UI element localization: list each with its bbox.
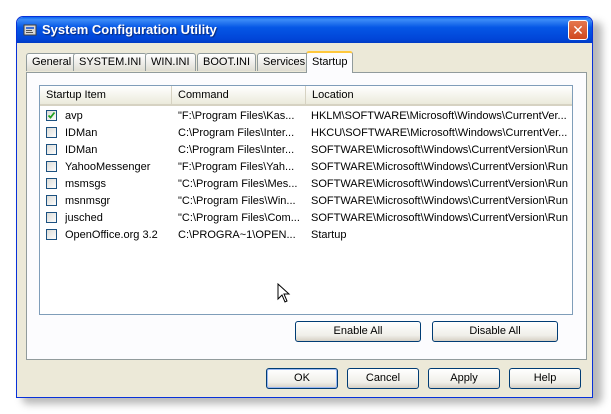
startup-item-checkbox[interactable] <box>46 178 57 189</box>
column-header-location[interactable]: Location <box>306 86 572 104</box>
startup-tab-panel: Startup Item Command Location avp "F:\Pro… <box>26 72 587 360</box>
startup-item-name: avp <box>65 110 83 122</box>
startup-item-location: HKLM\SOFTWARE\Microsoft\Windows\CurrentV… <box>311 110 567 122</box>
dialog-client-area: General SYSTEM.INI WIN.INI BOOT.INI Serv… <box>20 43 589 394</box>
startup-item-command: "C:\Program Files\Mes... <box>178 178 298 190</box>
enable-all-button[interactable]: Enable All <box>295 321 421 342</box>
tab-label: General <box>32 56 72 68</box>
column-header-command[interactable]: Command <box>172 86 306 104</box>
startup-item-location: SOFTWARE\Microsoft\Windows\CurrentVersio… <box>311 161 568 173</box>
startup-item-location: SOFTWARE\Microsoft\Windows\CurrentVersio… <box>311 144 568 156</box>
disable-all-button[interactable]: Disable All <box>432 321 558 342</box>
list-item[interactable]: msmsgs "C:\Program Files\Mes... SOFTWARE\M… <box>40 176 572 193</box>
startup-item-command: "C:\Program Files\Com... <box>178 212 300 224</box>
startup-item-name: OpenOffice.org 3.2 <box>65 229 158 241</box>
startup-item-name: IDMan <box>65 144 98 156</box>
startup-item-checkbox[interactable] <box>46 229 57 240</box>
startup-item-location: Startup <box>311 229 347 241</box>
tab-services[interactable]: Services <box>257 53 312 71</box>
list-item[interactable]: IDMan C:\Program Files\Inter... HKCU\SOFTW… <box>40 125 572 142</box>
tab-startup[interactable]: Startup <box>306 51 354 73</box>
help-button[interactable]: Help <box>509 368 581 389</box>
list-item[interactable]: avp "F:\Program Files\Kas... HKLM\SOFTWARE… <box>40 108 572 125</box>
startup-item-command: C:\PROGRA~1\OPEN... <box>178 229 296 241</box>
mouse-pointer-icon <box>277 283 291 303</box>
startup-item-command: "C:\Program Files\Win... <box>178 195 296 207</box>
list-item[interactable]: OpenOffice.org 3.2 C:\PROGRA~1\OPEN... Sta… <box>40 227 572 244</box>
window-title: System Configuration Utility <box>42 22 217 37</box>
startup-item-location: SOFTWARE\Microsoft\Windows\CurrentVersio… <box>311 178 568 190</box>
tab-system-ini[interactable]: SYSTEM.INI <box>73 53 148 71</box>
tab-boot-ini[interactable]: BOOT.INI <box>197 53 257 71</box>
startup-item-location: SOFTWARE\Microsoft\Windows\CurrentVersio… <box>311 212 568 224</box>
startup-item-name: msmsgs <box>65 178 106 190</box>
tab-label: BOOT.INI <box>203 56 251 68</box>
tab-label: Services <box>263 56 306 68</box>
tab-win-ini[interactable]: WIN.INI <box>145 53 196 71</box>
startup-item-checkbox[interactable] <box>46 110 57 121</box>
startup-item-checkbox[interactable] <box>46 127 57 138</box>
tab-label: SYSTEM.INI <box>79 56 142 68</box>
startup-item-command: "F:\Program Files\Yah... <box>178 161 295 173</box>
cancel-button[interactable]: Cancel <box>347 368 419 389</box>
list-item[interactable]: msnmsgr "C:\Program Files\Win... SOFTWARE\… <box>40 193 572 210</box>
tab-label: WIN.INI <box>151 56 190 68</box>
close-icon: ✕ <box>572 22 584 38</box>
startup-item-location: HKCU\SOFTWARE\Microsoft\Windows\CurrentV… <box>311 127 568 139</box>
list-header: Startup Item Command Location <box>40 86 572 106</box>
startup-item-name: YahooMessenger <box>65 161 151 173</box>
close-button[interactable]: ✕ <box>568 20 588 40</box>
startup-item-checkbox[interactable] <box>46 212 57 223</box>
title-bar[interactable]: System Configuration Utility ✕ <box>17 17 592 43</box>
msconfig-app-icon <box>23 24 37 36</box>
startup-item-command: C:\Program Files\Inter... <box>178 127 295 139</box>
startup-item-location: SOFTWARE\Microsoft\Windows\CurrentVersio… <box>311 195 568 207</box>
startup-item-checkbox[interactable] <box>46 195 57 206</box>
column-header-startup-item[interactable]: Startup Item <box>40 86 172 104</box>
ok-button[interactable]: OK <box>266 368 338 389</box>
list-item[interactable]: IDMan C:\Program Files\Inter... SOFTWARE\M… <box>40 142 572 159</box>
startup-item-checkbox[interactable] <box>46 161 57 172</box>
startup-items-list[interactable]: Startup Item Command Location avp "F:\Pro… <box>39 85 573 315</box>
system-config-window: System Configuration Utility ✕ General S… <box>16 16 593 398</box>
apply-button[interactable]: Apply <box>428 368 500 389</box>
startup-item-name: msnmsgr <box>65 195 111 207</box>
list-item[interactable]: jusched "C:\Program Files\Com... SOFTWARE\… <box>40 210 572 227</box>
checkmark-icon <box>47 111 56 119</box>
tab-label: Startup <box>312 56 348 68</box>
startup-item-checkbox[interactable] <box>46 144 57 155</box>
tab-general[interactable]: General <box>26 53 78 71</box>
startup-item-command: "F:\Program Files\Kas... <box>178 110 295 122</box>
startup-item-name: jusched <box>65 212 103 224</box>
list-item[interactable]: YahooMessenger "F:\Program Files\Yah... SO… <box>40 159 572 176</box>
startup-item-name: IDMan <box>65 127 98 139</box>
startup-item-command: C:\Program Files\Inter... <box>178 144 295 156</box>
